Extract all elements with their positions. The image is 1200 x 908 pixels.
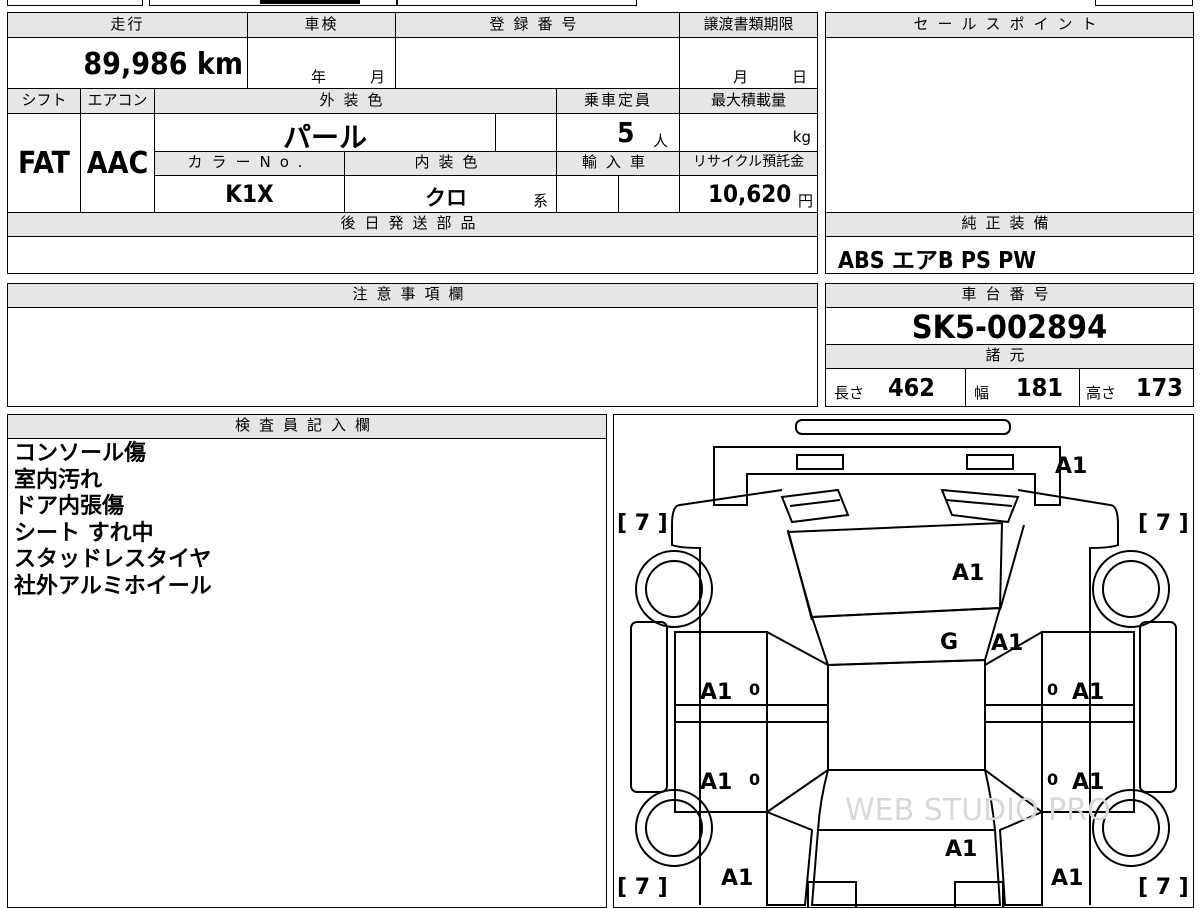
import-cell-2 [618, 175, 680, 213]
damage-diagram: [ 7 ] [ 7 ] [ 7 ] [ 7 ] A1 A1 G A1 A1 A1… [613, 414, 1194, 908]
registration-header: 登録番号 [395, 12, 680, 38]
tire-mark-rear-left: [ 7 ] [617, 511, 668, 536]
zero-mark: 0 [1047, 770, 1058, 789]
transfer-deadline-header: 譲渡書類期限 [679, 12, 818, 38]
spec-length-value: 462 [888, 373, 935, 402]
aircon-cell: AAC [80, 113, 155, 213]
damage-code-windshield: G [940, 630, 958, 655]
inspector-note: 社外アルミホイール [14, 573, 212, 599]
inspector-note: スタッドレスタイヤ [14, 547, 212, 572]
capacity-unit: 人 [653, 132, 669, 150]
exterior-color-value: パール [282, 121, 367, 154]
max-load-header: 最大積載量 [679, 88, 818, 114]
interior-color-header: 内装色 [344, 151, 557, 176]
mileage-cell: 89,986 km [7, 37, 248, 89]
aircon-header: エアコン [80, 88, 155, 114]
chassis-value: SK5-002894 [911, 308, 1108, 346]
inspector-notes: コンソール傷 室内汚れ ドア内張傷 シート すれ中 スタッドレスタイヤ 社外アル… [7, 438, 607, 908]
exterior-color-extra-cell [495, 113, 557, 152]
spec-height-value: 173 [1136, 373, 1183, 402]
recycle-fee-value: 10,620 [708, 180, 792, 208]
spec-width-cell: 幅 181 [965, 368, 1080, 407]
zero-mark: 0 [749, 680, 760, 699]
spec-length-label: 長さ [834, 384, 865, 402]
exterior-color-cell: パール [154, 113, 496, 154]
damage-code-roof: A1 [952, 561, 984, 586]
tire-mark-front-right: [ 7 ] [1138, 875, 1189, 900]
color-no-cell: K1X [154, 175, 345, 213]
mileage-value: 89,986 km [83, 47, 243, 82]
registration-cell [395, 37, 680, 89]
max-load-cell: kg [679, 113, 818, 152]
import-cell-1 [556, 175, 619, 213]
inspector-note: シート すれ中 [14, 520, 154, 546]
spec-height-label: 高さ [1086, 384, 1117, 402]
damage-code-left-fender: A1 [721, 866, 753, 891]
tire-mark-front-left: [ 7 ] [617, 875, 668, 900]
interior-color-value: クロ [425, 186, 467, 210]
recycle-fee-cell: 10,620 円 [679, 175, 818, 213]
interior-color-suffix: 系 [533, 192, 549, 210]
tire-mark-rear-right: [ 7 ] [1138, 511, 1189, 536]
import-header: 輸入車 [556, 151, 680, 176]
inspection-year-unit: 年 [311, 68, 327, 86]
chassis-header: 車台番号 [825, 283, 1194, 308]
damage-code-windshield-side: A1 [991, 631, 1023, 656]
shift-value: FAT [18, 146, 70, 181]
transfer-deadline-cell: 月 日 [679, 37, 818, 89]
damage-code-hood: A1 [945, 837, 977, 862]
spec-width-label: 幅 [974, 384, 990, 402]
shift-header: シフト [7, 88, 81, 114]
inspector-note: ドア内張傷 [14, 494, 125, 519]
capacity-header: 乗車定員 [556, 88, 680, 114]
inspector-header: 検査員記入欄 [7, 414, 607, 439]
zero-mark: 0 [1047, 680, 1058, 699]
capacity-value: 5 [617, 116, 635, 149]
inspection-month-unit: 月 [370, 68, 386, 86]
equipment-cell: ABS エアB PS PW [825, 236, 1194, 274]
chassis-cell: SK5-002894 [825, 307, 1194, 346]
inspection-cell: 年 月 [247, 37, 396, 89]
spec-length-cell: 長さ 462 [825, 368, 966, 407]
aircon-value: AAC [86, 146, 149, 181]
caution-header: 注意事項欄 [7, 283, 818, 308]
mileage-header: 走行 [7, 12, 248, 38]
equipment-value: ABS エアB PS PW [838, 248, 1037, 274]
damage-code-left-rear-door: A1 [700, 680, 732, 705]
max-load-unit: kg [792, 128, 811, 146]
inspection-header: 車検 [247, 12, 396, 38]
equipment-header: 純正装備 [825, 212, 1194, 237]
deadline-day-unit: 日 [792, 68, 808, 86]
damage-code-right-fender: A1 [1051, 866, 1083, 891]
damage-code-rear-bumper: A1 [1055, 454, 1087, 479]
damage-code-left-front-door: A1 [700, 770, 732, 795]
specs-header: 諸元 [825, 344, 1194, 369]
interior-color-cell: クロ 系 [344, 175, 557, 213]
sale-point-cell [825, 37, 1194, 213]
color-no-header: カラーNo. [154, 151, 345, 176]
sale-point-header: セールスポイント [825, 12, 1194, 38]
recycle-fee-header: リサイクル預託金 [679, 151, 818, 176]
damage-code-right-rear-door: A1 [1072, 680, 1104, 705]
spec-height-cell: 高さ 173 [1079, 368, 1194, 407]
watermark: WEB STUDIO PRO [845, 793, 1111, 828]
spec-width-value: 181 [1016, 373, 1063, 402]
damage-code-right-front-door: A1 [1072, 770, 1104, 795]
capacity-cell: 5 人 [556, 113, 680, 152]
inspector-note: コンソール傷 [14, 441, 147, 466]
later-parts-header: 後日発送部品 [7, 212, 818, 237]
color-no-value: K1X [225, 180, 274, 208]
inspector-note: 室内汚れ [14, 467, 103, 493]
deadline-month-unit: 月 [733, 68, 749, 86]
top-strip [0, 0, 1200, 6]
car-outline-svg: [ 7 ] [ 7 ] [ 7 ] [ 7 ] A1 A1 G A1 A1 A1… [617, 419, 1189, 907]
caution-cell [7, 307, 818, 407]
recycle-fee-unit: 円 [797, 192, 813, 210]
later-parts-cell [7, 236, 818, 274]
exterior-color-header: 外装色 [154, 88, 557, 114]
shift-cell: FAT [7, 113, 81, 213]
zero-mark: 0 [749, 770, 760, 789]
